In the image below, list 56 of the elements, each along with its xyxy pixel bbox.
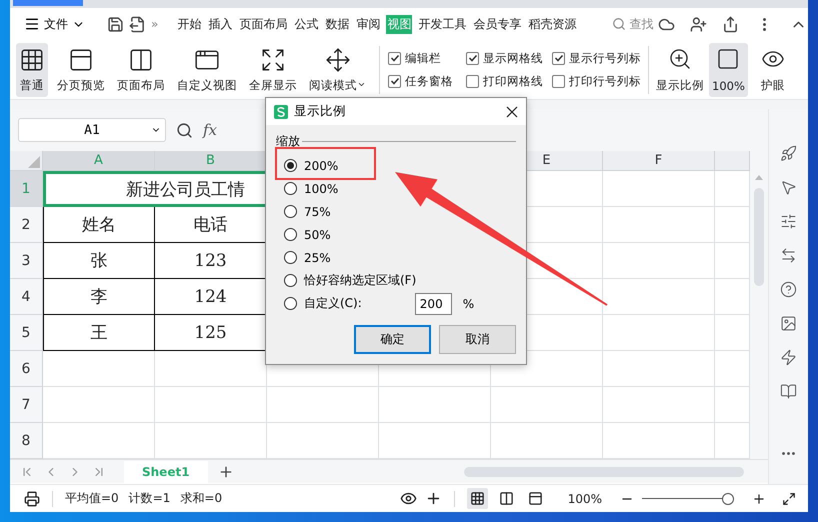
dialog-button[interactable]: 确定 <box>354 325 431 354</box>
option-label[interactable]: 打印网格线 <box>466 74 552 88</box>
file-menu[interactable]: 文件 <box>20 16 89 32</box>
ribbon-tab[interactable]: 审阅 <box>355 14 382 34</box>
name-box[interactable]: A1 <box>18 118 166 142</box>
table-cell: 李 <box>43 279 155 315</box>
row-header[interactable]: 4 <box>10 279 43 315</box>
row-header[interactable]: 2 <box>10 207 43 243</box>
table-cell: 王 <box>43 315 155 351</box>
ribbon-tab[interactable]: 稻壳资源 <box>527 14 578 34</box>
custom-zoom-field[interactable]: 200 <box>414 292 452 314</box>
zoom-button[interactable]: 显示比例 <box>653 42 707 96</box>
zoom-option[interactable]: 100% <box>284 177 338 200</box>
option-label[interactable]: 任务窗格 <box>388 74 466 88</box>
row-header[interactable]: 6 <box>10 351 43 387</box>
row-header[interactable]: 7 <box>10 387 43 423</box>
option-label[interactable]: 显示网格线 <box>466 50 552 66</box>
view-button[interactable]: 自定义视图 <box>174 42 240 96</box>
zoom-option[interactable]: 恰好容纳选定区域(F) <box>284 269 416 292</box>
dialog-title: 显示比例 <box>294 103 347 120</box>
row-header[interactable]: 5 <box>10 315 43 351</box>
ribbon-tab[interactable]: 页面布局 <box>238 14 288 34</box>
status-stat: 求和=0 <box>180 490 222 507</box>
row-header[interactable]: 3 <box>10 243 43 279</box>
view-button[interactable]: 分页预览 <box>54 42 108 96</box>
dialog-button[interactable]: 取消 <box>439 325 516 354</box>
option-label[interactable]: 打印行号列标 <box>552 74 644 88</box>
more-toolbar[interactable]: » <box>151 17 158 31</box>
search-field[interactable]: 查找 <box>612 16 654 32</box>
ribbon-tab[interactable]: 开发工具 <box>417 14 468 34</box>
ribbon-tab[interactable]: 数据 <box>324 14 350 34</box>
group-label: 缩放 <box>276 133 300 150</box>
view-button[interactable]: 全屏显示 <box>246 42 300 96</box>
ribbon-tab[interactable]: 公式 <box>293 14 320 34</box>
ribbon-tab[interactable]: 插入 <box>207 14 234 34</box>
status-stat: 平均值=0 <box>65 490 119 507</box>
column-header[interactable]: F <box>603 151 715 171</box>
zoom-button[interactable]: 100% <box>709 42 748 96</box>
zoom-option[interactable]: 50% <box>284 223 331 246</box>
table-cell: 张 <box>43 243 155 279</box>
table-cell: 姓名 <box>43 207 155 243</box>
row-header[interactable]: 8 <box>10 423 43 459</box>
option-label[interactable]: 编辑栏 <box>388 50 466 66</box>
zoom-level[interactable]: 100% <box>568 492 602 506</box>
zoom-button[interactable]: 护眼 <box>758 42 788 96</box>
zoom-option[interactable]: 自定义(C): 200 % <box>284 292 474 315</box>
option-label[interactable]: 显示行号列标 <box>552 50 644 66</box>
zoom-option[interactable]: 25% <box>284 246 331 269</box>
view-button[interactable]: 阅读模式 <box>306 42 369 96</box>
view-button[interactable]: 页面布局 <box>114 42 168 96</box>
view-button[interactable]: 普通 <box>16 42 48 96</box>
unit-label: % <box>462 296 474 310</box>
status-stat: 计数=1 <box>128 490 170 507</box>
ribbon-tab[interactable]: 会员专享 <box>472 14 522 34</box>
ribbon-tab[interactable]: 开始 <box>176 14 202 34</box>
function-label[interactable]: fx <box>203 121 218 139</box>
